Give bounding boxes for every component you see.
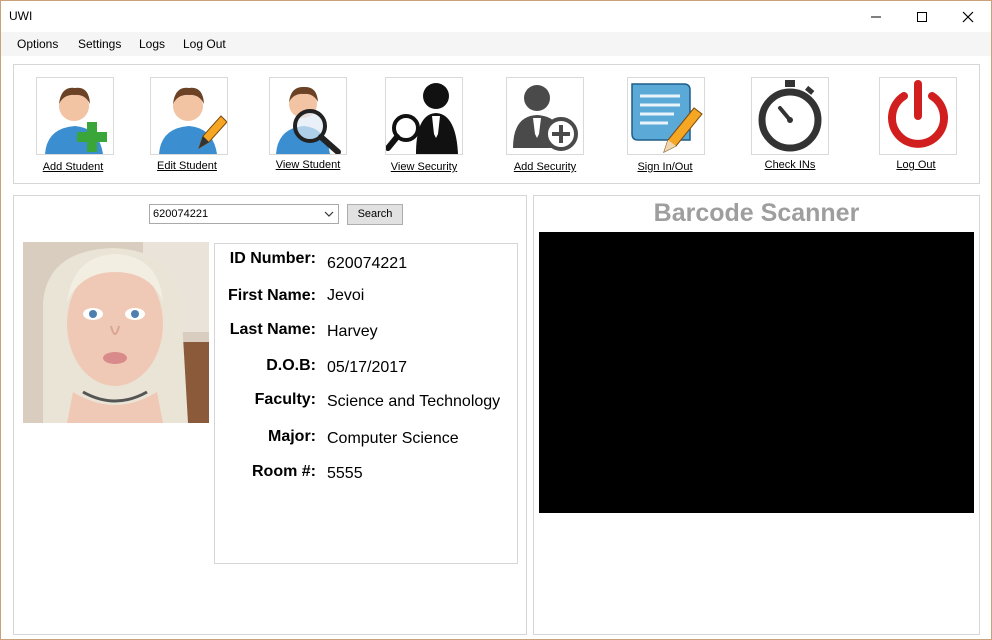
app-window: UWI Options Settings Logs Log Out Add St… xyxy=(0,0,992,640)
first-name-value: Jevoi xyxy=(327,287,365,304)
menu-settings[interactable]: Settings xyxy=(78,37,121,51)
last-name-label: Last Name: xyxy=(229,321,316,338)
search-button[interactable]: Search xyxy=(347,204,403,225)
stopwatch-icon xyxy=(751,77,829,155)
room-value: 5555 xyxy=(327,465,363,482)
add-security-label: Add Security xyxy=(513,161,577,173)
view-student-label: View Student xyxy=(275,159,341,171)
sign-in-out-label: Sign In/Out xyxy=(637,161,693,173)
dob-label: D.O.B: xyxy=(266,357,316,374)
sign-in-out-icon xyxy=(627,77,705,155)
title-bar: UWI xyxy=(1,1,991,32)
dob-value: 05/17/2017 xyxy=(327,359,408,376)
add-student-icon xyxy=(36,77,114,155)
student-id-combobox[interactable]: 620074221 xyxy=(149,204,339,224)
student-id-value: 620074221 xyxy=(153,208,209,220)
last-name-value: Harvey xyxy=(327,323,378,340)
minimize-icon xyxy=(871,16,881,17)
view-student-icon xyxy=(269,77,347,155)
major-label: Major: xyxy=(268,428,316,445)
menu-log-out[interactable]: Log Out xyxy=(183,37,226,51)
maximize-icon xyxy=(917,11,927,22)
chevron-down-icon xyxy=(324,211,334,217)
menu-bar: Options Settings Logs Log Out xyxy=(1,32,991,56)
edit-student-icon xyxy=(150,77,228,155)
first-name-label: First Name: xyxy=(227,287,316,304)
scanner-video-feed xyxy=(539,232,974,513)
student-panel: 620074221 Search ID Number: 620074221 Fi… xyxy=(13,195,527,635)
edit-student-label: Edit Student xyxy=(157,160,217,172)
add-security-icon xyxy=(506,77,584,155)
add-student-label: Add Student xyxy=(42,161,104,173)
log-out-label: Log Out xyxy=(896,159,936,171)
close-button[interactable] xyxy=(945,1,991,32)
student-photo xyxy=(23,242,209,423)
view-security-icon xyxy=(385,77,463,155)
scanner-panel: Barcode Scanner xyxy=(533,195,980,635)
maximize-button[interactable] xyxy=(899,1,945,32)
view-security-label: View Security xyxy=(390,161,458,173)
id-number-label: ID Number: xyxy=(229,250,316,267)
menu-logs[interactable]: Logs xyxy=(139,37,165,51)
close-icon xyxy=(962,11,974,22)
window-title: UWI xyxy=(9,9,33,23)
power-icon xyxy=(879,77,957,155)
scanner-title: Barcode Scanner xyxy=(653,199,860,227)
toolbar: Add Student Edit Student View Student Vi… xyxy=(13,64,980,184)
id-number-value: 620074221 xyxy=(327,255,408,272)
student-info-box: ID Number: 620074221 First Name: Jevoi L… xyxy=(214,243,518,564)
room-label: Room #: xyxy=(252,463,316,480)
minimize-button[interactable] xyxy=(853,1,899,32)
faculty-label: Faculty: xyxy=(254,391,316,408)
menu-options[interactable]: Options xyxy=(17,37,58,51)
check-ins-label: Check INs xyxy=(764,159,816,171)
faculty-value: Science and Technology xyxy=(327,393,501,410)
major-value: Computer Science xyxy=(327,430,459,447)
